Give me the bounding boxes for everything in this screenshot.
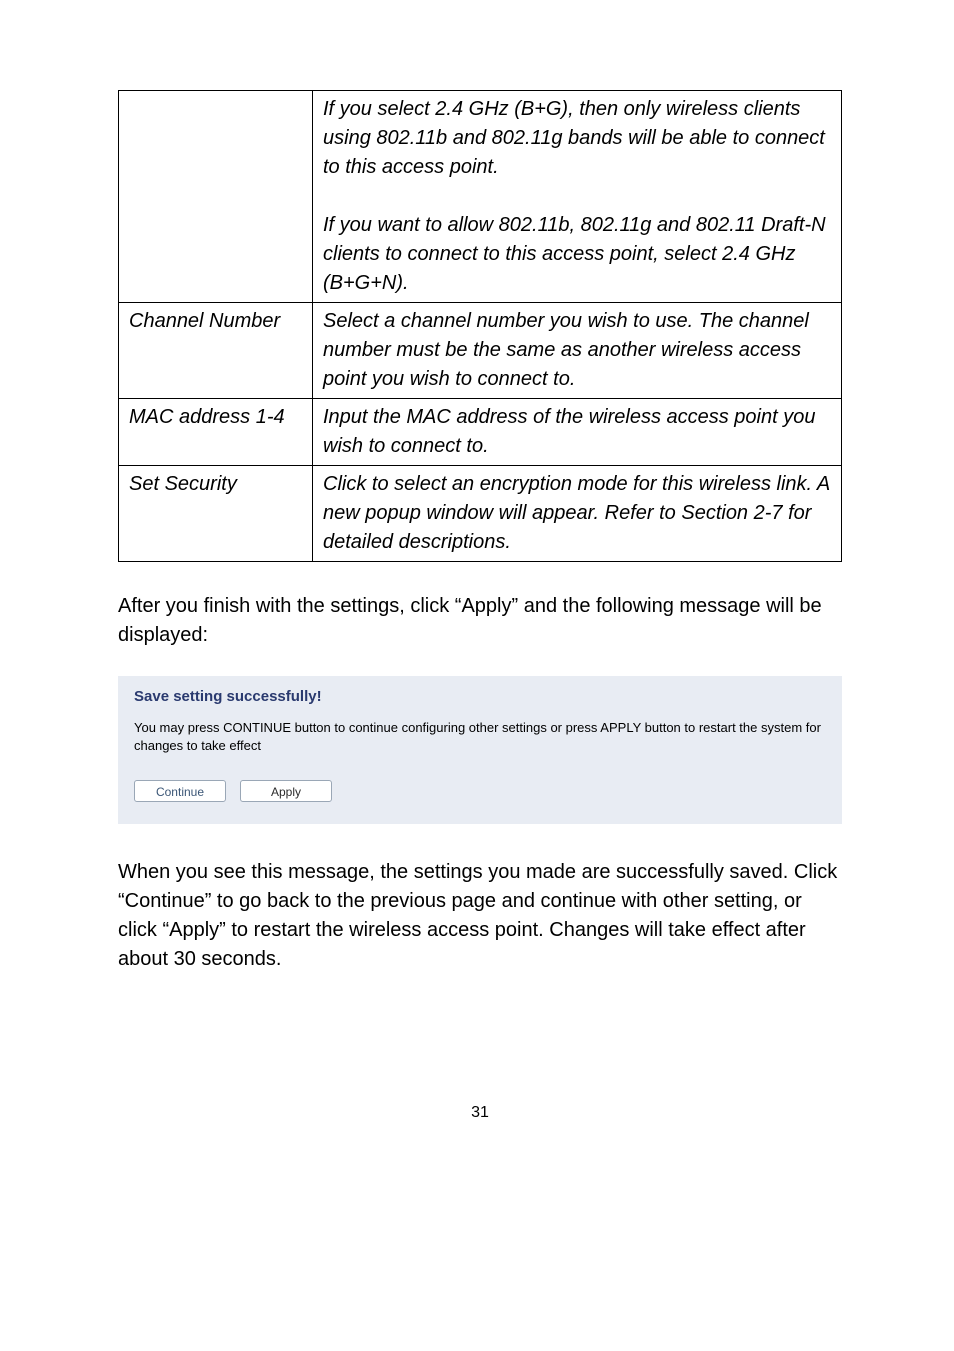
cell-desc: Input the MAC address of the wireless ac… — [313, 399, 842, 466]
table-row: Channel Number Select a channel number y… — [119, 303, 842, 399]
cell-label: Set Security — [119, 466, 313, 562]
paragraph-explain: When you see this message, the settings … — [118, 858, 842, 974]
cell-desc: If you select 2.4 GHz (B+G), then only w… — [313, 91, 842, 303]
cell-label — [119, 91, 313, 303]
apply-button[interactable]: Apply — [240, 780, 332, 802]
paragraph-intro: After you finish with the settings, clic… — [118, 592, 842, 650]
continue-button[interactable]: Continue — [134, 780, 226, 802]
cell-desc: Select a channel number you wish to use.… — [313, 303, 842, 399]
cell-label: MAC address 1-4 — [119, 399, 313, 466]
cell-desc: Click to select an encryption mode for t… — [313, 466, 842, 562]
table-row: If you select 2.4 GHz (B+G), then only w… — [119, 91, 842, 303]
panel-message: You may press CONTINUE button to continu… — [134, 719, 826, 754]
cell-label: Channel Number — [119, 303, 313, 399]
save-success-panel: Save setting successfully! You may press… — [118, 676, 842, 824]
panel-title: Save setting successfully! — [134, 688, 826, 705]
button-row: Continue Apply — [134, 780, 826, 802]
table-row: Set Security Click to select an encrypti… — [119, 466, 842, 562]
page-number: 31 — [118, 1104, 842, 1122]
table-row: MAC address 1-4 Input the MAC address of… — [119, 399, 842, 466]
settings-table: If you select 2.4 GHz (B+G), then only w… — [118, 90, 842, 562]
